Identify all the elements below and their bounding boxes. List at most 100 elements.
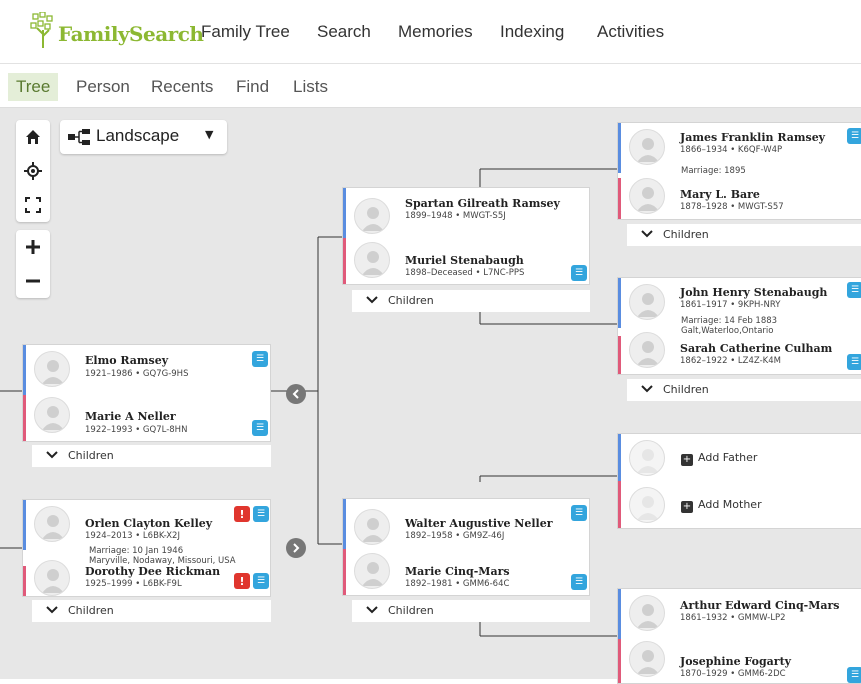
- record-icon[interactable]: ☰: [252, 351, 268, 367]
- logo-text: FamilySearch: [58, 22, 204, 46]
- children-toggle[interactable]: Children: [32, 445, 271, 467]
- tab-tree[interactable]: Tree: [8, 73, 59, 101]
- chevron-left-icon: [292, 389, 299, 399]
- tree-view-dropdown[interactable]: Landscape ▼: [60, 120, 227, 154]
- person-name: Dorothy Dee Rickman: [85, 565, 221, 578]
- person-name: James Franklin Ramsey: [680, 131, 826, 144]
- tree-canvas[interactable]: Landscape ▼ Elmo Ramsey 1921–1986 • GQ7G…: [0, 108, 861, 684]
- crosshair-icon: [24, 162, 42, 180]
- children-label: Children: [388, 294, 434, 307]
- person-spartan-gilreath-ramsey[interactable]: Spartan Gilreath Ramsey 1899–1948 • MWGT…: [343, 188, 589, 238]
- tab-recents[interactable]: Recents: [143, 73, 221, 101]
- add-father-label: Add Father: [698, 451, 758, 464]
- children-toggle[interactable]: Children: [352, 290, 590, 312]
- person-dorothy-dee-rickman[interactable]: Dorothy Dee Rickman 1925–1999 • L6BK-F9L…: [23, 560, 270, 596]
- alert-icon[interactable]: !: [234, 506, 250, 522]
- collapse-parents-button[interactable]: [286, 384, 306, 404]
- add-father-button[interactable]: + Add Father: [681, 451, 757, 466]
- fullscreen-button[interactable]: [16, 188, 50, 222]
- tab-person[interactable]: Person: [68, 73, 138, 101]
- home-button[interactable]: [16, 120, 50, 154]
- dropdown-arrow-icon: ▼: [205, 128, 214, 141]
- record-icon[interactable]: ☰: [253, 506, 269, 522]
- add-mother-button[interactable]: + Add Mother: [681, 498, 762, 513]
- record-icon[interactable]: ☰: [847, 282, 861, 298]
- female-avatar-icon: [34, 397, 70, 433]
- person-mary-l-bare[interactable]: Mary L. Bare 1878–1928 • MWGT-S57: [618, 178, 861, 219]
- children-label: Children: [388, 604, 434, 617]
- tab-lists[interactable]: Lists: [285, 73, 336, 101]
- person-josephine-fogarty[interactable]: Josephine Fogarty 1870–1929 • GMM6-2DC ☰: [618, 639, 861, 683]
- home-icon: [26, 130, 40, 144]
- children-toggle[interactable]: Children: [627, 224, 861, 246]
- person-lifespan-id: 1862–1922 • LZ4Z-K4M: [680, 356, 781, 366]
- male-avatar-icon: [354, 198, 390, 234]
- person-lifespan-id: 1921–1986 • GQ7G-9HS: [85, 369, 189, 379]
- person-marie-a-neller[interactable]: Marie A Neller 1922–1993 • GQ7L-8HN ☰: [23, 395, 270, 441]
- nav-search[interactable]: Search: [317, 22, 371, 42]
- nav-family-tree[interactable]: Family Tree: [201, 22, 290, 42]
- person-sarah-catherine-culham[interactable]: Sarah Catherine Culham 1862–1922 • LZ4Z-…: [618, 332, 861, 374]
- person-name: Elmo Ramsey: [85, 354, 169, 367]
- record-icon[interactable]: ☰: [571, 265, 587, 281]
- children-toggle[interactable]: Children: [32, 600, 271, 622]
- person-name: Marie Cinq-Mars: [405, 565, 510, 578]
- male-avatar-icon: [629, 284, 665, 320]
- empty-avatar-icon: [629, 487, 665, 523]
- record-icon[interactable]: ☰: [571, 574, 587, 590]
- chevron-down-icon: [641, 230, 653, 238]
- minus-icon: [26, 279, 40, 283]
- record-icon[interactable]: ☰: [847, 667, 861, 683]
- marriage-date: Marriage: 10 Jan 1946: [89, 546, 184, 556]
- top-navigation-bar: FamilySearch Family Tree Search Memories…: [0, 0, 861, 64]
- person-name: Arthur Edward Cinq-Mars: [680, 599, 840, 612]
- landscape-view-icon: [68, 129, 90, 145]
- nav-memories[interactable]: Memories: [398, 22, 473, 42]
- female-avatar-icon: [34, 560, 70, 596]
- add-father-slot[interactable]: + Add Father: [618, 434, 861, 481]
- children-toggle[interactable]: Children: [627, 379, 861, 401]
- familysearch-logo[interactable]: FamilySearch: [30, 12, 204, 52]
- children-label: Children: [663, 228, 709, 241]
- locate-button[interactable]: [16, 154, 50, 188]
- zoom-out-button[interactable]: [16, 264, 50, 298]
- record-icon[interactable]: ☰: [847, 354, 861, 370]
- person-lifespan-id: 1861–1917 • 9KPH-NRY: [680, 300, 781, 310]
- female-avatar-icon: [354, 553, 390, 589]
- person-name: Walter Augustive Neller: [405, 517, 553, 530]
- person-orlen-clayton-kelley[interactable]: Orlen Clayton Kelley 1924–2013 • L6BK-X2…: [23, 500, 270, 550]
- chevron-down-icon: [46, 606, 58, 614]
- person-walter-augustive-neller[interactable]: Walter Augustive Neller 1892–1958 • GM9Z…: [343, 499, 589, 549]
- record-icon[interactable]: ☰: [847, 128, 861, 144]
- tree-logo-icon: [30, 12, 53, 48]
- person-elmo-ramsey[interactable]: Elmo Ramsey 1921–1986 • GQ7G-9HS ☰: [23, 345, 270, 395]
- female-avatar-icon: [629, 178, 665, 214]
- view-controls: [16, 120, 50, 222]
- female-avatar-icon: [354, 242, 390, 278]
- nav-activities[interactable]: Activities: [597, 22, 664, 42]
- chevron-right-icon: [293, 543, 300, 553]
- nav-indexing[interactable]: Indexing: [500, 22, 564, 42]
- tab-find[interactable]: Find: [228, 73, 277, 101]
- male-avatar-icon: [354, 509, 390, 545]
- person-arthur-edward-cinq-mars[interactable]: Arthur Edward Cinq-Mars 1861–1932 • GMMW…: [618, 589, 861, 639]
- person-lifespan-id: 1924–2013 • L6BK-X2J: [85, 531, 180, 541]
- chevron-down-icon: [641, 385, 653, 393]
- children-toggle[interactable]: Children: [352, 600, 590, 622]
- record-icon[interactable]: ☰: [253, 573, 269, 589]
- person-marie-cinq-mars[interactable]: Marie Cinq-Mars 1892–1981 • GMM6-64C ☰: [343, 549, 589, 595]
- record-icon[interactable]: ☰: [252, 420, 268, 436]
- expand-parents-button[interactable]: [286, 538, 306, 558]
- alert-icon[interactable]: !: [234, 573, 250, 589]
- record-icon[interactable]: ☰: [571, 505, 587, 521]
- person-name: Mary L. Bare: [680, 188, 760, 201]
- person-lifespan-id: 1892–1981 • GMM6-64C: [405, 579, 510, 589]
- plus-icon: +: [681, 454, 693, 466]
- couple-card-orlen-dorothy: Orlen Clayton Kelley 1924–2013 • L6BK-X2…: [22, 499, 271, 597]
- person-name: Sarah Catherine Culham: [680, 342, 833, 355]
- zoom-in-button[interactable]: [16, 230, 50, 264]
- person-muriel-stenabaugh[interactable]: Muriel Stenabaugh 1898–Deceased • L7NC-P…: [343, 238, 589, 284]
- add-mother-slot[interactable]: + Add Mother: [618, 481, 861, 528]
- male-avatar-icon: [34, 506, 70, 542]
- plus-icon: +: [681, 501, 693, 513]
